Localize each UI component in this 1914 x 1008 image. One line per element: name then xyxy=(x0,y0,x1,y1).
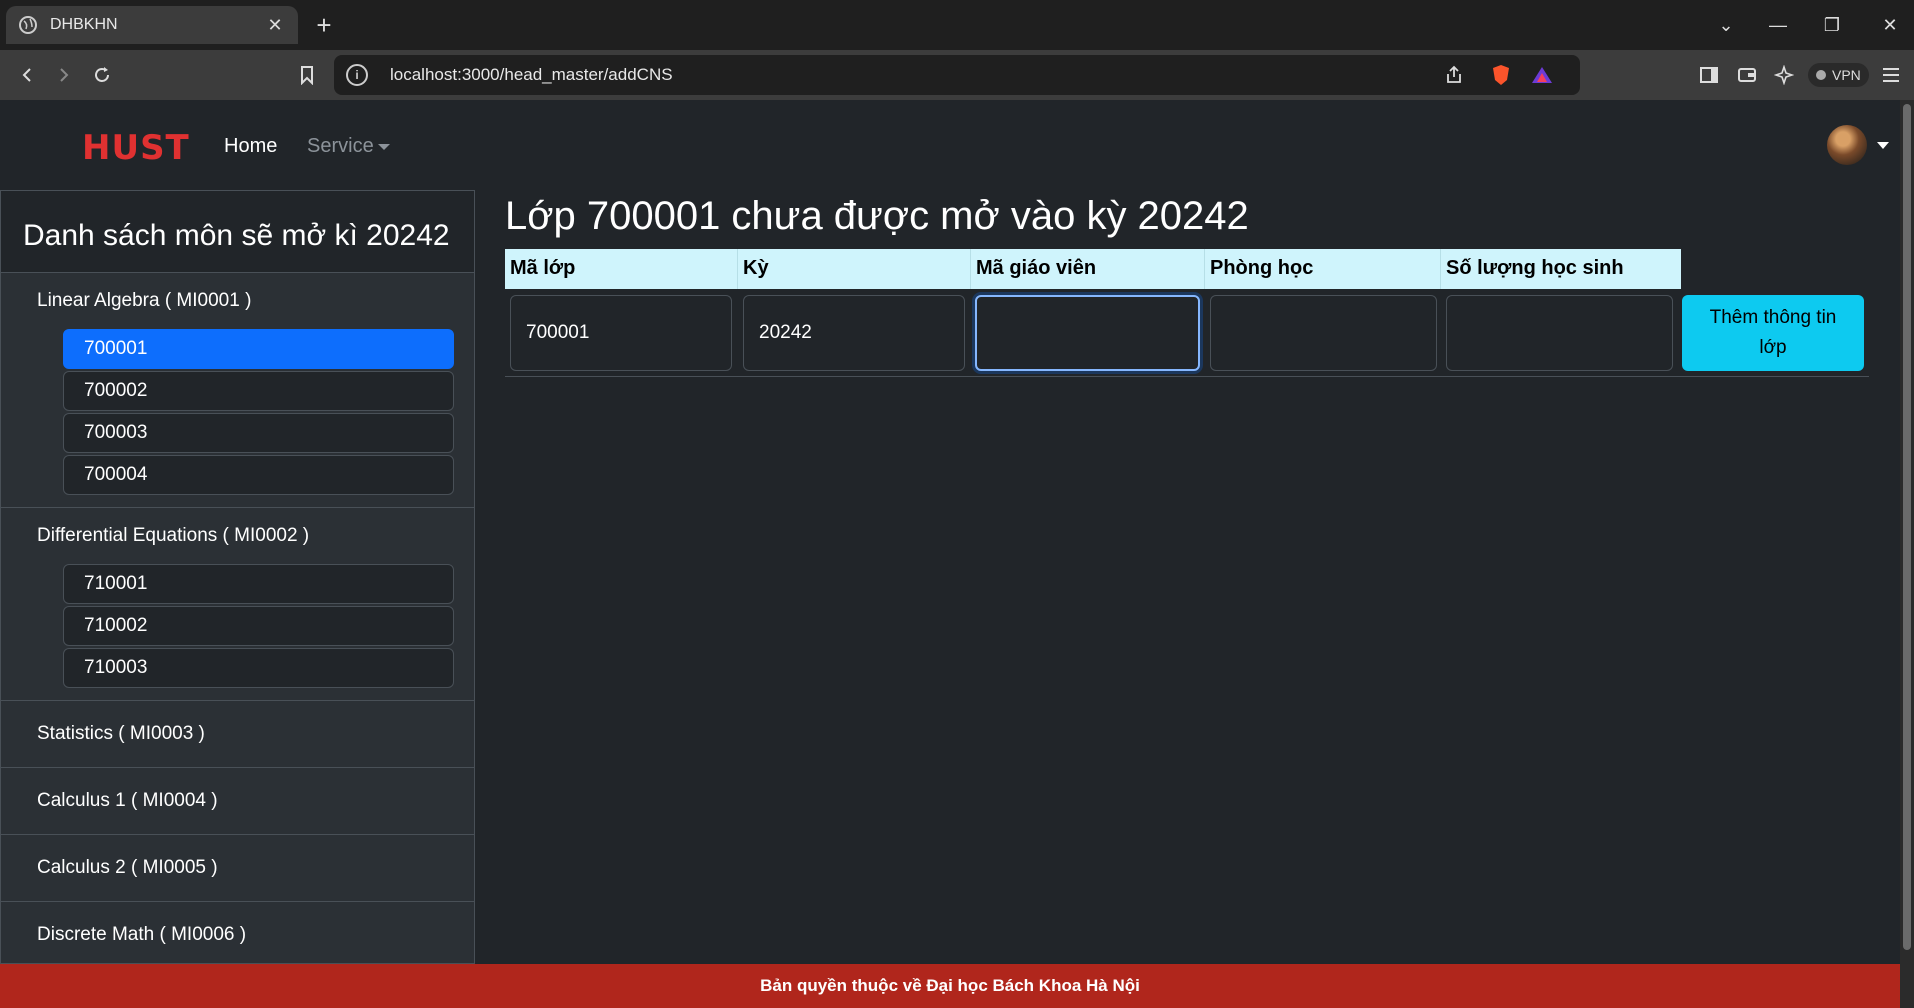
subject-title[interactable]: Differential Equations ( MI0002 ) xyxy=(1,508,474,564)
close-tab-icon[interactable]: ✕ xyxy=(264,14,286,36)
user-menu-caret-icon[interactable] xyxy=(1877,142,1889,149)
class-item[interactable]: 700001 xyxy=(63,329,454,369)
browser-toolbar: i localhost:3000/head_master/addCNS VPN xyxy=(0,50,1914,100)
subject-title[interactable]: Calculus 1 ( MI0004 ) xyxy=(1,768,474,834)
footer: Bản quyền thuộc về Đại học Bách Khoa Hà … xyxy=(0,964,1900,1008)
table-header: Mã lớp Kỳ Mã giáo viên Phòng học Số lượn… xyxy=(505,249,1681,289)
subject-title[interactable]: Linear Algebra ( MI0001 ) xyxy=(1,273,474,329)
subject-item: Calculus 1 ( MI0004 ) xyxy=(1,768,474,835)
address-bar[interactable]: i localhost:3000/head_master/addCNS xyxy=(334,55,1580,95)
subject-item: Calculus 2 ( MI0005 ) xyxy=(1,835,474,902)
hust-logo[interactable]: HUST xyxy=(82,128,190,168)
subject-item: Differential Equations ( MI0002 ) 710001… xyxy=(1,508,474,701)
column-header: Phòng học xyxy=(1205,249,1441,289)
teacher-code-input[interactable] xyxy=(975,295,1200,371)
menu-icon[interactable] xyxy=(1874,58,1908,92)
subject-item: Linear Algebra ( MI0001 ) 700001 700002 … xyxy=(1,273,474,508)
tab-title: DHBKHN xyxy=(50,16,118,33)
new-tab-button[interactable]: + xyxy=(310,12,338,40)
close-window-button[interactable]: ✕ xyxy=(1870,8,1910,42)
class-item[interactable]: 700004 xyxy=(63,455,454,495)
site-info-icon[interactable]: i xyxy=(346,64,368,86)
url-text: localhost:3000/head_master/addCNS xyxy=(390,65,673,84)
nav-service-label: Service xyxy=(307,135,374,157)
nav-service-dropdown[interactable]: Service xyxy=(307,135,390,158)
class-item[interactable]: 710001 xyxy=(63,564,454,604)
leo-ai-icon[interactable] xyxy=(1767,58,1801,92)
subject-item: Discrete Math ( MI0006 ) xyxy=(1,902,474,963)
vpn-button[interactable]: VPN xyxy=(1808,63,1869,87)
student-count-input[interactable] xyxy=(1446,295,1673,371)
subject-title[interactable]: Discrete Math ( MI0006 ) xyxy=(1,902,474,963)
class-item[interactable]: 710002 xyxy=(63,606,454,646)
wallet-icon[interactable] xyxy=(1730,58,1764,92)
brave-shield-icon[interactable] xyxy=(1484,58,1518,92)
minimize-button[interactable]: — xyxy=(1758,8,1798,42)
class-list: 710001 710002 710003 xyxy=(1,564,474,700)
app-navbar: HUST Home Service xyxy=(0,100,1900,190)
class-item[interactable]: 700002 xyxy=(63,371,454,411)
vpn-status-icon xyxy=(1816,70,1826,80)
forward-icon[interactable] xyxy=(47,58,81,92)
globe-icon xyxy=(19,16,37,34)
share-icon[interactable] xyxy=(1437,58,1471,92)
class-list: 700001 700002 700003 700004 xyxy=(1,329,474,507)
tab-search-icon[interactable]: ⌄ xyxy=(1706,8,1746,42)
column-header: Mã lớp xyxy=(505,249,738,289)
column-header: Mã giáo viên xyxy=(971,249,1205,289)
column-header: Số lượng học sinh xyxy=(1441,249,1681,289)
avatar[interactable] xyxy=(1827,125,1867,165)
browser-tab[interactable]: DHBKHN ✕ xyxy=(6,6,298,44)
term-input[interactable]: 20242 xyxy=(743,295,965,371)
bookmark-icon[interactable] xyxy=(290,58,324,92)
copyright-text: Bản quyền thuộc về Đại học Bách Khoa Hà … xyxy=(760,976,1140,995)
page-title: Lớp 700001 chưa được mở vào kỳ 20242 xyxy=(505,194,1249,238)
page-scrollbar[interactable] xyxy=(1900,100,1914,1008)
brave-rewards-icon[interactable] xyxy=(1525,58,1559,92)
class-item[interactable]: 710003 xyxy=(63,648,454,688)
room-input[interactable] xyxy=(1210,295,1437,371)
subject-title[interactable]: Calculus 2 ( MI0005 ) xyxy=(1,835,474,901)
nav-home-link[interactable]: Home xyxy=(224,135,277,158)
table-row: 700001 20242 Thêm thông tin lớp xyxy=(505,289,1869,377)
class-code-input[interactable]: 700001 xyxy=(510,295,732,371)
browser-tabbar: DHBKHN ✕ + ⌄ — ❐ ✕ xyxy=(0,0,1914,50)
reload-icon[interactable] xyxy=(85,58,119,92)
sidebar-title: Danh sách môn sẽ mở kì 20242 xyxy=(1,191,474,273)
restore-button[interactable]: ❐ xyxy=(1812,8,1852,42)
class-item[interactable]: 700003 xyxy=(63,413,454,453)
subject-item: Statistics ( MI0003 ) xyxy=(1,701,474,768)
back-icon[interactable] xyxy=(10,58,44,92)
subject-title[interactable]: Statistics ( MI0003 ) xyxy=(1,701,474,767)
scrollbar-thumb[interactable] xyxy=(1903,104,1911,950)
sidebar-toggle-icon[interactable] xyxy=(1692,58,1726,92)
column-header: Kỳ xyxy=(738,249,971,289)
vpn-label: VPN xyxy=(1832,67,1861,83)
chevron-down-icon xyxy=(377,143,390,150)
subject-sidebar: Danh sách môn sẽ mở kì 20242 Linear Alge… xyxy=(0,190,475,964)
add-class-info-button[interactable]: Thêm thông tin lớp xyxy=(1682,295,1864,371)
